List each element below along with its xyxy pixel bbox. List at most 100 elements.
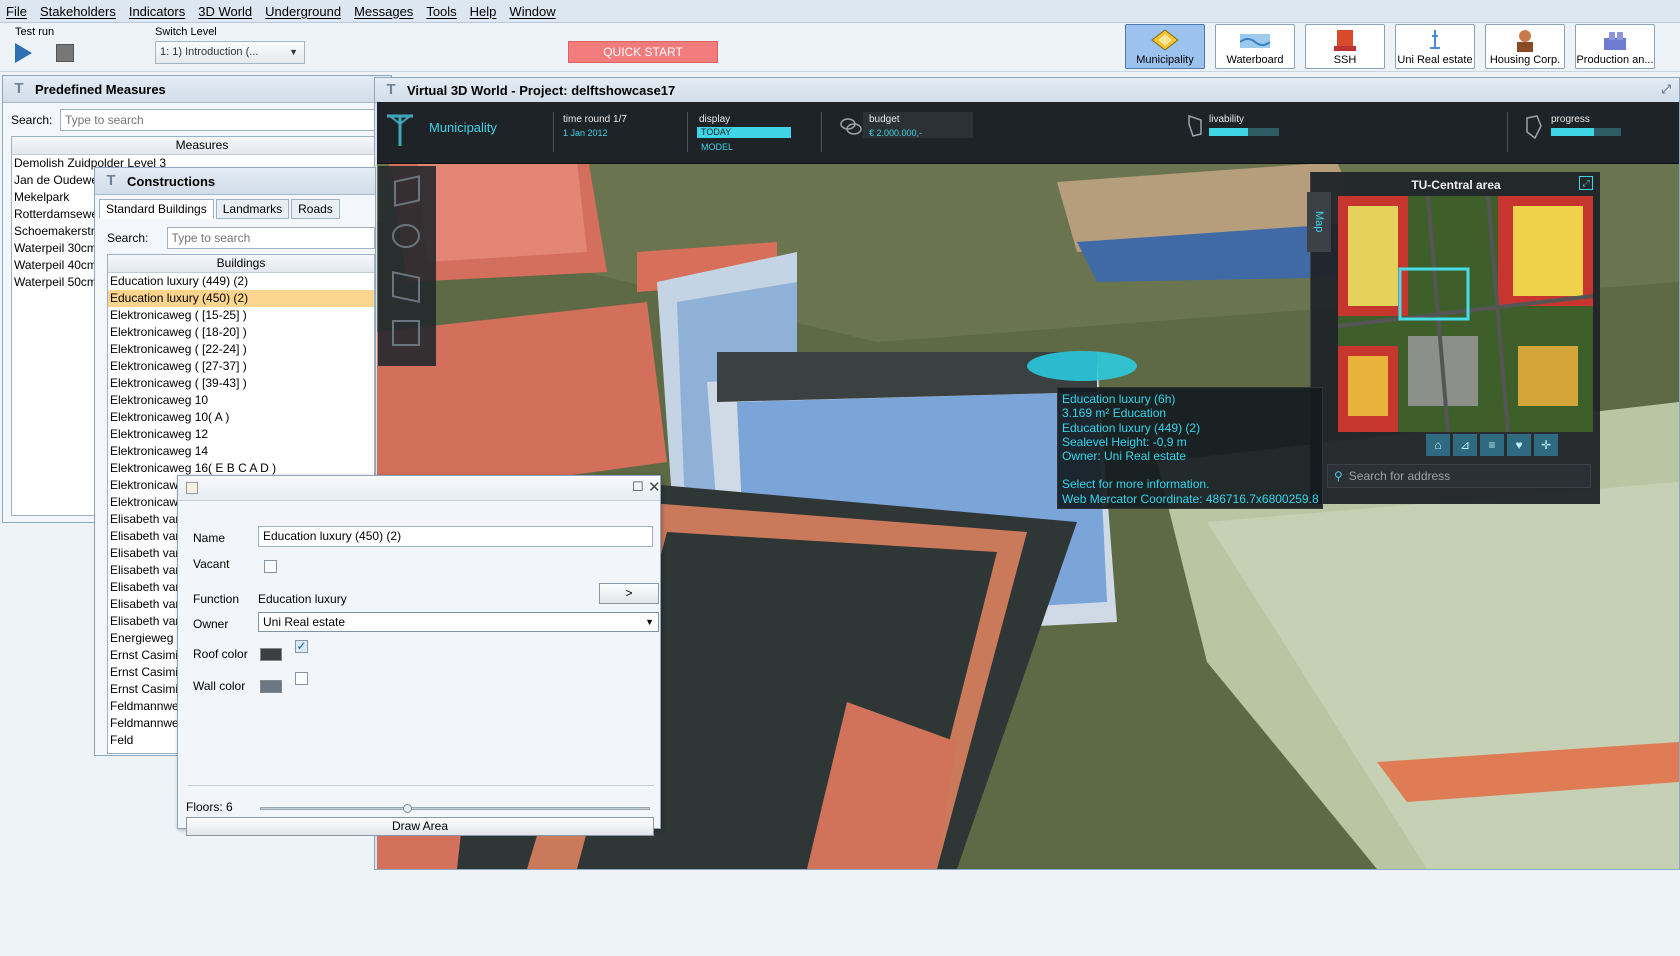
hud-separator (1507, 112, 1508, 152)
livability-bar (1209, 128, 1279, 136)
menu-3d-world[interactable]: 3D World (198, 4, 252, 19)
dialog-title-bar: ☐ ✕ (178, 476, 661, 501)
search-label: Search: (107, 231, 149, 245)
chevron-down-icon: ▼ (645, 617, 654, 627)
roof-color-checkbox-checked[interactable]: ✓ (295, 640, 308, 653)
wall-color-checkbox[interactable] (295, 672, 308, 685)
floors-slider-thumb[interactable] (403, 804, 413, 813)
floors-slider[interactable] (260, 804, 650, 813)
close-icon[interactable]: ✕ (648, 478, 661, 496)
stakeholder-ssh[interactable]: SSH (1305, 24, 1385, 69)
draw-area-button[interactable]: Draw Area (186, 817, 654, 836)
ssh-housing-icon (1334, 30, 1356, 51)
minimap-map-tab[interactable]: Map (1307, 192, 1331, 252)
search-row: Search: (107, 227, 375, 249)
measure-icon[interactable]: ⊿ (1453, 434, 1477, 456)
menu-underground[interactable]: Underground (265, 4, 341, 19)
owner-select[interactable]: Uni Real estate ▼ (258, 612, 659, 632)
menu-indicators[interactable]: Indicators (129, 4, 185, 19)
menu-help[interactable]: Help (470, 4, 497, 19)
search-input[interactable] (59, 109, 383, 131)
list-item[interactable]: Education luxury (449) (2) (108, 273, 374, 290)
list-item[interactable]: Elektronicaweg ( [15-25] ) (108, 307, 374, 324)
name-field[interactable]: Education luxury (450) (2) (258, 526, 653, 547)
display-model-button[interactable]: MODEL (701, 142, 733, 152)
list-item[interactable]: Elektronicaweg ( [22-24] ) (108, 341, 374, 358)
buildings-column-header[interactable]: Buildings (108, 255, 374, 273)
switch-level-label: Switch Level (155, 26, 217, 38)
stakeholder-waterboard[interactable]: Waterboard (1215, 24, 1295, 69)
livability-bar-fill (1209, 128, 1248, 136)
terrain-tool-icon[interactable] (392, 271, 420, 303)
stakeholder-label: Uni Real estate (1397, 54, 1473, 66)
measures-column-header[interactable]: Measures (12, 137, 392, 155)
list-item-selected[interactable]: Education luxury (450) (2) (108, 290, 374, 307)
list-item[interactable]: Elektronicaweg ( [39-43] ) (108, 375, 374, 392)
java-app-icon (186, 482, 198, 494)
menu-stakeholders[interactable]: Stakeholders (40, 4, 116, 19)
progress-bar-fill (1551, 128, 1595, 136)
tooltip-line: Select for more information. (1062, 477, 1210, 492)
play-icon[interactable] (15, 43, 32, 63)
stakeholder-municipality[interactable]: Municipality (1125, 24, 1205, 69)
minimap-toolbar: ⌂ ⊿ ≡ ♥ ✛ (1426, 434, 1566, 456)
vacant-checkbox[interactable] (264, 560, 277, 573)
budget-icon (840, 118, 862, 135)
constructions-tabs: Standard Buildings Landmarks Roads (99, 199, 371, 219)
function-label: Function (193, 592, 240, 606)
time-round-date: 1 Jan 2012 (563, 128, 608, 138)
list-item[interactable]: Elektronicaweg 12 (108, 426, 374, 443)
address-search[interactable]: ⚲ Search for address (1327, 464, 1591, 488)
hud-separator (687, 112, 688, 152)
maximize-icon[interactable]: ☐ (632, 479, 644, 495)
tooltip-line: Education luxury (449) (2) (1062, 420, 1201, 435)
minimap-expand-icon[interactable]: ⤢ (1579, 176, 1593, 190)
crosshair-icon[interactable]: ✛ (1534, 434, 1558, 456)
minimap-panel: TU-Central area ⤢ Map ⌂ ⊿ ≡ ♥ ✛ ⚲ Search… (1307, 172, 1600, 504)
menu-file[interactable]: File (6, 4, 27, 19)
stakeholder-production[interactable]: Production an... (1575, 24, 1655, 69)
heart-icon[interactable]: ♥ (1507, 434, 1531, 456)
tooltip-line: 3.169 m² Education (1062, 406, 1167, 421)
menu-window[interactable]: Window (509, 4, 555, 19)
roof-color-swatch[interactable] (260, 648, 282, 661)
level-select[interactable]: 1: 1) Introduction (... ▼ (155, 41, 305, 64)
menu-messages[interactable]: Messages (354, 4, 413, 19)
list-item[interactable]: Elektronicaweg 10 (108, 392, 374, 409)
level-select-value: 1: 1) Introduction (... (160, 46, 259, 58)
address-search-placeholder: Search for address (1348, 469, 1451, 483)
buildings-tool-icon[interactable] (394, 175, 420, 207)
wall-color-swatch[interactable] (260, 680, 282, 693)
stop-icon[interactable] (56, 44, 74, 62)
quick-start-button[interactable]: QUICK START (568, 41, 718, 63)
stakeholder-uni-real-estate[interactable]: Uni Real estate (1395, 24, 1475, 69)
stakeholder-housing-corp[interactable]: Housing Corp. (1485, 24, 1565, 69)
progress-bar (1551, 128, 1621, 136)
display-today-button[interactable]: TODAY (697, 127, 791, 138)
uni-real-estate-icon (1430, 30, 1440, 49)
tab-landmarks[interactable]: Landmarks (215, 199, 290, 219)
menu-tools[interactable]: Tools (426, 4, 456, 19)
search-row: Search: (11, 109, 383, 131)
tab-standard-buildings[interactable]: Standard Buildings (99, 199, 214, 219)
list-item[interactable]: Elektronicaweg 10( A ) (108, 409, 374, 426)
maximize-icon[interactable]: ⤢ (1661, 82, 1671, 97)
municipality-icon (1151, 29, 1179, 51)
search-input[interactable] (166, 227, 375, 249)
trees-tool-icon[interactable] (392, 224, 420, 248)
window-t-icon: T (386, 81, 396, 98)
tooltip-spacer (1062, 463, 1318, 477)
zones-tool-icon[interactable] (392, 320, 420, 346)
list-item[interactable]: Elektronicaweg ( [27-37] ) (108, 358, 374, 375)
list-item[interactable]: Elektronicaweg 14 (108, 443, 374, 460)
home-icon[interactable]: ⌂ (1426, 434, 1450, 456)
stakeholder-label: Waterboard (1226, 54, 1284, 66)
search-icon: ⚲ (1334, 469, 1343, 483)
hud-stakeholder-name[interactable]: Municipality (429, 120, 497, 135)
municipality-hud-icon (387, 114, 413, 146)
minimap-image[interactable] (1338, 196, 1593, 432)
function-select-button[interactable]: > (599, 583, 659, 604)
list-item[interactable]: Elektronicaweg ( [18-20] ) (108, 324, 374, 341)
tab-roads[interactable]: Roads (291, 199, 340, 219)
layers-icon[interactable]: ≡ (1480, 434, 1504, 456)
